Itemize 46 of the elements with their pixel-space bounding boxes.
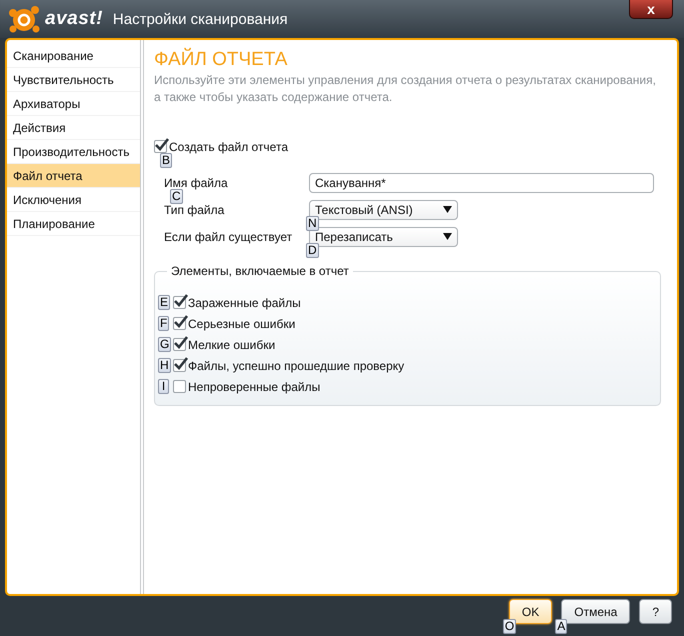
sidebar-item[interactable]: Архиваторы <box>7 92 140 116</box>
dropdown[interactable]: Текстовый (ANSI) <box>309 200 458 220</box>
sidebar-item[interactable]: Чувствительность <box>7 68 140 92</box>
window-title: Настройки сканирования <box>112 10 288 28</box>
shortcut-key-hint: D <box>306 243 319 258</box>
checkbox-label[interactable]: Файлы, успешно прошедшие проверку <box>188 358 404 372</box>
shortcut-key-hint: I <box>158 379 169 394</box>
section-title: ФАЙЛ ОТЧЕТА <box>154 48 288 72</box>
file-name-field[interactable]: Сканування* <box>309 172 654 192</box>
shortcut-key-hint: F <box>158 316 170 331</box>
shortcut-key-hint: A <box>555 619 568 634</box>
dropdown[interactable]: Перезаписать <box>309 226 458 246</box>
shortcut-key-hint: O <box>502 619 516 634</box>
checkbox[interactable] <box>173 317 186 330</box>
dropdown-arrow-icon <box>443 206 452 213</box>
shortcut-key-hint: B <box>160 153 172 168</box>
shortcut-key-hint: N <box>306 216 319 231</box>
field-label: Имя файла <box>163 176 229 190</box>
field-label: Тип файла <box>163 202 226 216</box>
checkbox[interactable] <box>173 359 186 372</box>
checkbox[interactable] <box>173 296 186 309</box>
sidebar-item[interactable]: Файл отчета <box>7 164 140 188</box>
checkbox-label[interactable]: Создать файл отчета <box>169 140 288 154</box>
shortcut-key-hint: E <box>158 295 170 310</box>
sidebar-item[interactable]: Сканирование <box>7 44 140 68</box>
section-description: Используйте эти элементы управления для создания отчета о результатах сканирования, а также чтобы указать содержание отчета. <box>154 72 657 106</box>
checkbox-label[interactable]: Зараженные файлы <box>188 296 301 310</box>
checkbox-label[interactable]: Серьезные ошибки <box>188 316 296 330</box>
checkbox-label[interactable]: Непроверенные файлы <box>188 380 320 394</box>
checkbox[interactable] <box>173 380 186 393</box>
dialog-button[interactable]: ? <box>639 599 672 624</box>
logo-icon <box>8 4 42 34</box>
shortcut-key-hint: H <box>158 358 171 373</box>
checkbox-label[interactable]: Мелкие ошибки <box>188 338 276 352</box>
checkbox[interactable] <box>173 338 186 351</box>
close-button[interactable]: x <box>629 0 673 19</box>
logo-text: avast! <box>45 8 103 30</box>
sidebar-item[interactable]: Исключения <box>7 188 140 212</box>
group-title: Элементы, включаемые в отчет <box>170 264 350 278</box>
shortcut-key-hint: C <box>170 189 183 204</box>
dropdown-arrow-icon <box>443 233 452 240</box>
field-label: Если файл существует <box>163 230 294 244</box>
shortcut-key-hint: G <box>158 337 172 352</box>
sidebar-item[interactable]: Действия <box>7 116 140 140</box>
sidebar-item[interactable]: Планирование <box>7 212 140 236</box>
checkbox[interactable] <box>154 140 167 153</box>
